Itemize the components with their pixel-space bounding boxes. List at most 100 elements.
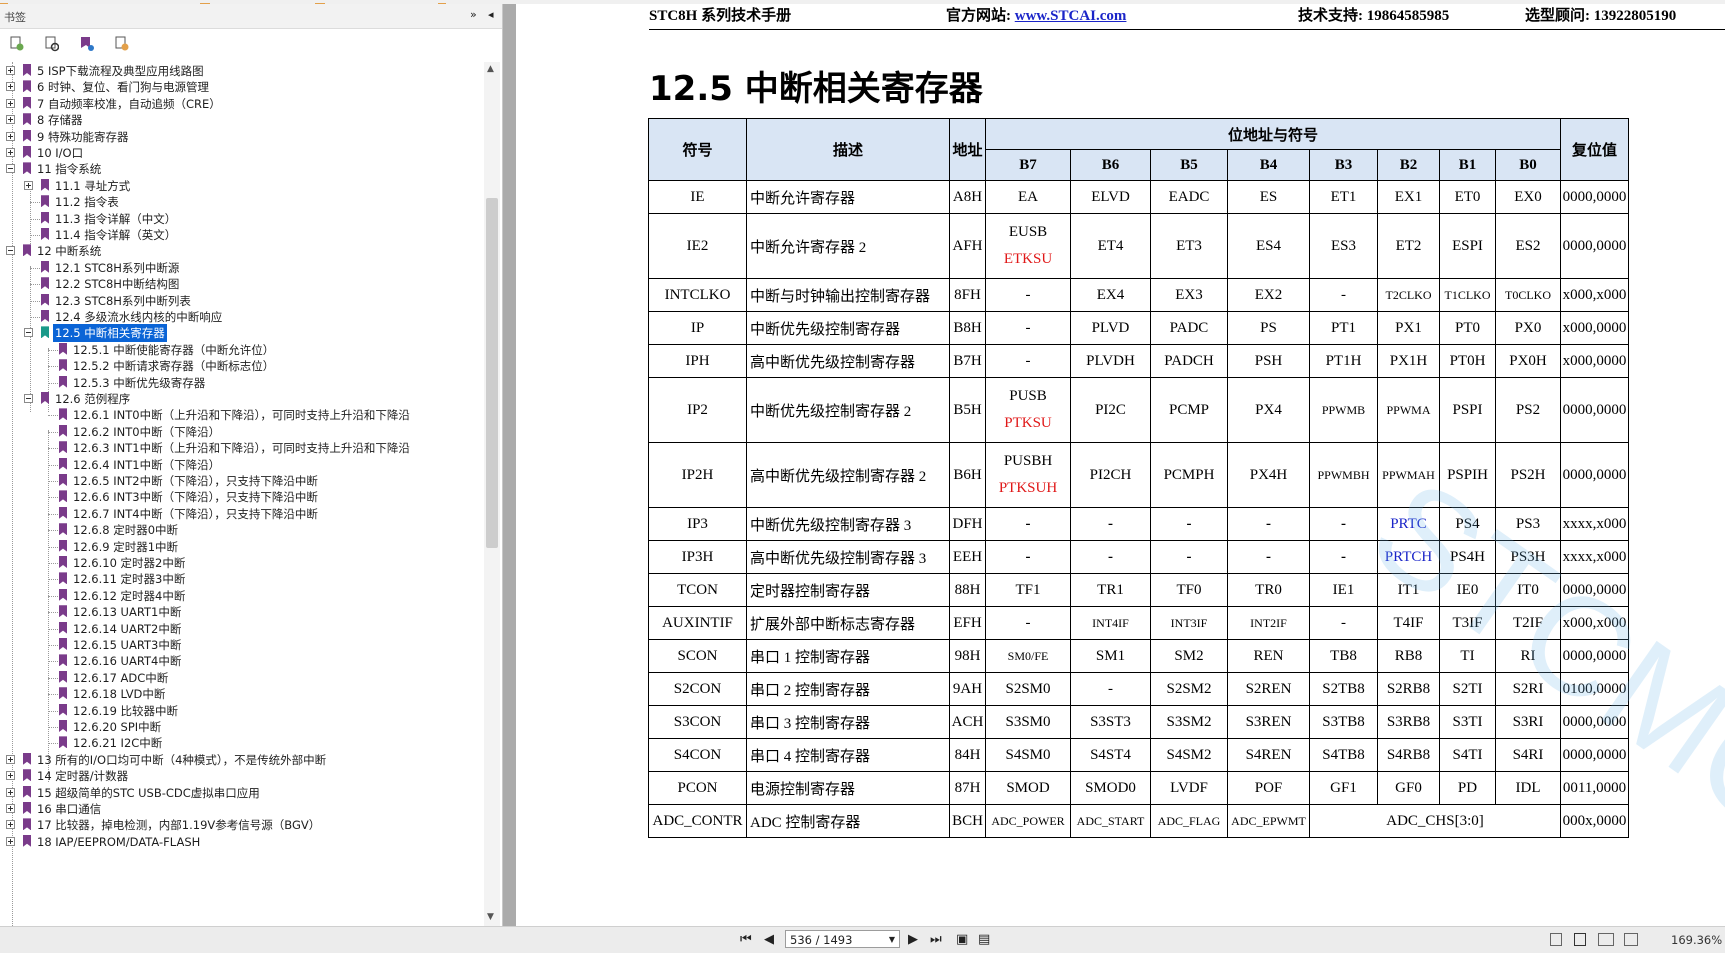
bookmark-item[interactable]: 12.6.14 UART2中断 [0, 620, 482, 638]
single-page-view-icon[interactable] [1550, 933, 1562, 946]
header-symbol: 符号 [648, 118, 747, 181]
bit-cell: PSH [1227, 344, 1310, 378]
expand-icon[interactable] [6, 771, 15, 781]
collapse-icon[interactable] [6, 164, 15, 174]
bit-cell: - [985, 540, 1071, 574]
expand-icon[interactable] [6, 754, 15, 764]
bit-cell: - [985, 278, 1071, 312]
bookmark-item[interactable]: 12.6.18 LVD中断 [0, 685, 482, 703]
bookmark-item[interactable]: 12.6.4 INT1中断（下降沿） [0, 456, 482, 474]
bookmark-item[interactable]: 11.1 寻址方式 [0, 177, 482, 195]
site-link[interactable]: www.STCAI.com [1015, 8, 1127, 24]
scroll-up-icon[interactable]: ▲ [487, 64, 494, 74]
next-page-icon[interactable]: ▶ [908, 932, 918, 947]
bookmark-item[interactable]: 5 ISP下载流程及典型应用线路图 [0, 62, 482, 80]
bookmark-item[interactable]: 12.6.8 定时器0中断 [0, 521, 482, 539]
expand-icon[interactable] [6, 131, 15, 141]
bookmark-item[interactable]: 12.5 中断相关寄存器 [0, 324, 482, 343]
expand-icon[interactable] [6, 804, 15, 813]
continuous-view-icon[interactable] [1574, 933, 1586, 946]
scroll-down-icon[interactable]: ▼ [487, 912, 494, 922]
bookmark-item[interactable]: 12.3 STC8H系列中断列表 [0, 292, 482, 310]
two-page-view-icon[interactable] [1598, 933, 1614, 946]
bookmark-item[interactable]: 12.6.5 INT2中断（下降沿），只支持下降沿中断 [0, 472, 482, 490]
bookmark-item[interactable]: 12.4 多级流水线内核的中断响应 [0, 308, 482, 326]
expand-icon[interactable] [6, 148, 15, 157]
expand-icon[interactable] [6, 787, 15, 797]
bookmark-scroll-thumb[interactable] [486, 198, 498, 548]
bookmark-item[interactable]: 12.6.11 定时器3中断 [0, 570, 482, 588]
bookmark-item[interactable]: 17 比较器，掉电检测，内部1.19V参考信号源（BGV） [0, 816, 482, 834]
bookmark-item[interactable]: 16 串口通信 [0, 800, 482, 818]
bookmark-item[interactable]: 15 超级简单的STC USB-CDC虚拟串口应用 [0, 784, 482, 802]
bookmark-item[interactable]: 8 存储器 [0, 111, 482, 129]
bookmark-item[interactable]: 12.1 STC8H系列中断源 [0, 259, 482, 277]
expand-icon[interactable] [24, 180, 33, 190]
zoom-level[interactable]: 169.36% [1671, 933, 1722, 947]
chevron-down-icon[interactable]: ▼ [889, 931, 895, 949]
collapse-icon[interactable] [24, 394, 33, 403]
bookmark-item[interactable]: 11.3 指令详解（中文） [0, 210, 482, 228]
bookmark-item[interactable]: 12.5.1 中断使能寄存器（中断允许位） [0, 341, 482, 359]
bookmark-options-icon[interactable] [115, 36, 129, 52]
register-symbol: IPH [648, 344, 747, 378]
bit-cell: - [1070, 507, 1151, 541]
fit-page-icon[interactable]: ▣ [956, 932, 968, 947]
expand-icon[interactable] [6, 115, 15, 125]
bookmark-item[interactable]: 12.6.2 INT0中断（下降沿） [0, 423, 482, 441]
bookmark-item[interactable]: 12.5.2 中断请求寄存器（中断标志位） [0, 357, 482, 375]
collapse-icon[interactable] [24, 328, 33, 338]
bookmark-item[interactable]: 12 中断系统 [0, 242, 482, 260]
bookmark-item[interactable]: 7 自动频率校准，自动追频（CRE） [0, 95, 482, 113]
expand-icon[interactable] [6, 836, 15, 846]
close-panel-icon[interactable]: ◂ [488, 8, 494, 21]
bookmark-item[interactable]: 12.6.7 INT4中断（下降沿），只支持下降沿中断 [0, 505, 482, 523]
expand-bookmark-icon[interactable] [10, 36, 24, 52]
bookmark-item[interactable]: 12.6.6 INT3中断（下降沿），只支持下降沿中断 [0, 488, 482, 506]
page-number-input[interactable]: 536 / 1493 ▼ [785, 930, 900, 948]
bookmark-item[interactable]: 11 指令系统 [0, 160, 482, 178]
bookmark-item[interactable]: 11.2 指令表 [0, 193, 482, 211]
bookmark-item[interactable]: 12.6.3 INT1中断（上升沿和下降沿），可同时支持上升沿和下降沿 [0, 439, 482, 457]
search-bookmark-icon[interactable] [45, 36, 59, 52]
bookmark-item[interactable]: 12.6.15 UART3中断 [0, 636, 482, 654]
expand-icon[interactable] [6, 98, 15, 108]
bookmark-item[interactable]: 14 定时器/计数器 [0, 767, 482, 785]
header-site-label: 官方网站: [946, 8, 1015, 24]
bookmark-icon [41, 326, 49, 339]
last-page-icon[interactable]: ⏭ [930, 932, 942, 947]
prev-page-icon[interactable]: ◀ [764, 932, 774, 947]
bookmark-item[interactable]: 12.6.21 I2C中断 [0, 734, 482, 752]
expand-icon[interactable] [6, 820, 15, 830]
bookmark-item[interactable]: 9 特殊功能寄存器 [0, 128, 482, 146]
bookmark-item[interactable]: 13 所有的I/O口均可中断（4种模式），不是传统外部中断 [0, 751, 482, 769]
expand-icon[interactable] [6, 82, 15, 92]
bookmark-item[interactable]: 6 时钟、复位、看门狗与电源管理 [0, 78, 482, 96]
fit-width-icon[interactable]: ▤ [978, 932, 990, 947]
collapse-icon[interactable] [6, 246, 15, 256]
add-bookmark-icon[interactable] [80, 36, 94, 52]
bookmark-item[interactable]: 10 I/O口 [0, 144, 482, 162]
bookmark-item[interactable]: 12.6.13 UART1中断 [0, 603, 482, 621]
bookmark-item[interactable]: 12.6.17 ADC中断 [0, 669, 482, 687]
bookmark-item[interactable]: 12.6 范例程序 [0, 390, 482, 408]
document-view: STC8H 系列技术手册 官方网站: www.STCAI.com 技术支持: 1… [503, 4, 1725, 926]
collapse-panel-icon[interactable]: » [470, 8, 477, 21]
bookmark-item[interactable]: 12.2 STC8H中断结构图 [0, 275, 482, 293]
bookmark-item[interactable]: 11.4 指令详解（英文） [0, 226, 482, 244]
bookmark-item[interactable]: 12.6.10 定时器2中断 [0, 554, 482, 572]
bookmark-item[interactable]: 12.6.1 INT0中断（上升沿和下降沿），可同时支持上升沿和下降沿 [0, 406, 482, 424]
bookmark-item[interactable]: 12.6.16 UART4中断 [0, 652, 482, 670]
bookmark-item[interactable]: 12.6.20 SPI中断 [0, 718, 482, 736]
bookmark-item[interactable]: 12.6.19 比较器中断 [0, 702, 482, 720]
expand-icon[interactable] [6, 66, 15, 75]
bookmark-label: 12.6.16 UART4中断 [73, 654, 182, 669]
bookmark-item[interactable]: 18 IAP/EEPROM/DATA-FLASH [0, 833, 482, 851]
bookmark-item[interactable]: 12.6.12 定时器4中断 [0, 587, 482, 605]
first-page-icon[interactable]: ⏮ [740, 932, 752, 947]
bookmark-icon [59, 424, 67, 437]
bookmark-item[interactable]: 12.6.9 定时器1中断 [0, 538, 482, 556]
bookmark-item[interactable]: 12.5.3 中断优先级寄存器 [0, 374, 482, 392]
two-page-continuous-icon[interactable] [1624, 933, 1638, 946]
bit-cell: GF1 [1309, 771, 1378, 805]
